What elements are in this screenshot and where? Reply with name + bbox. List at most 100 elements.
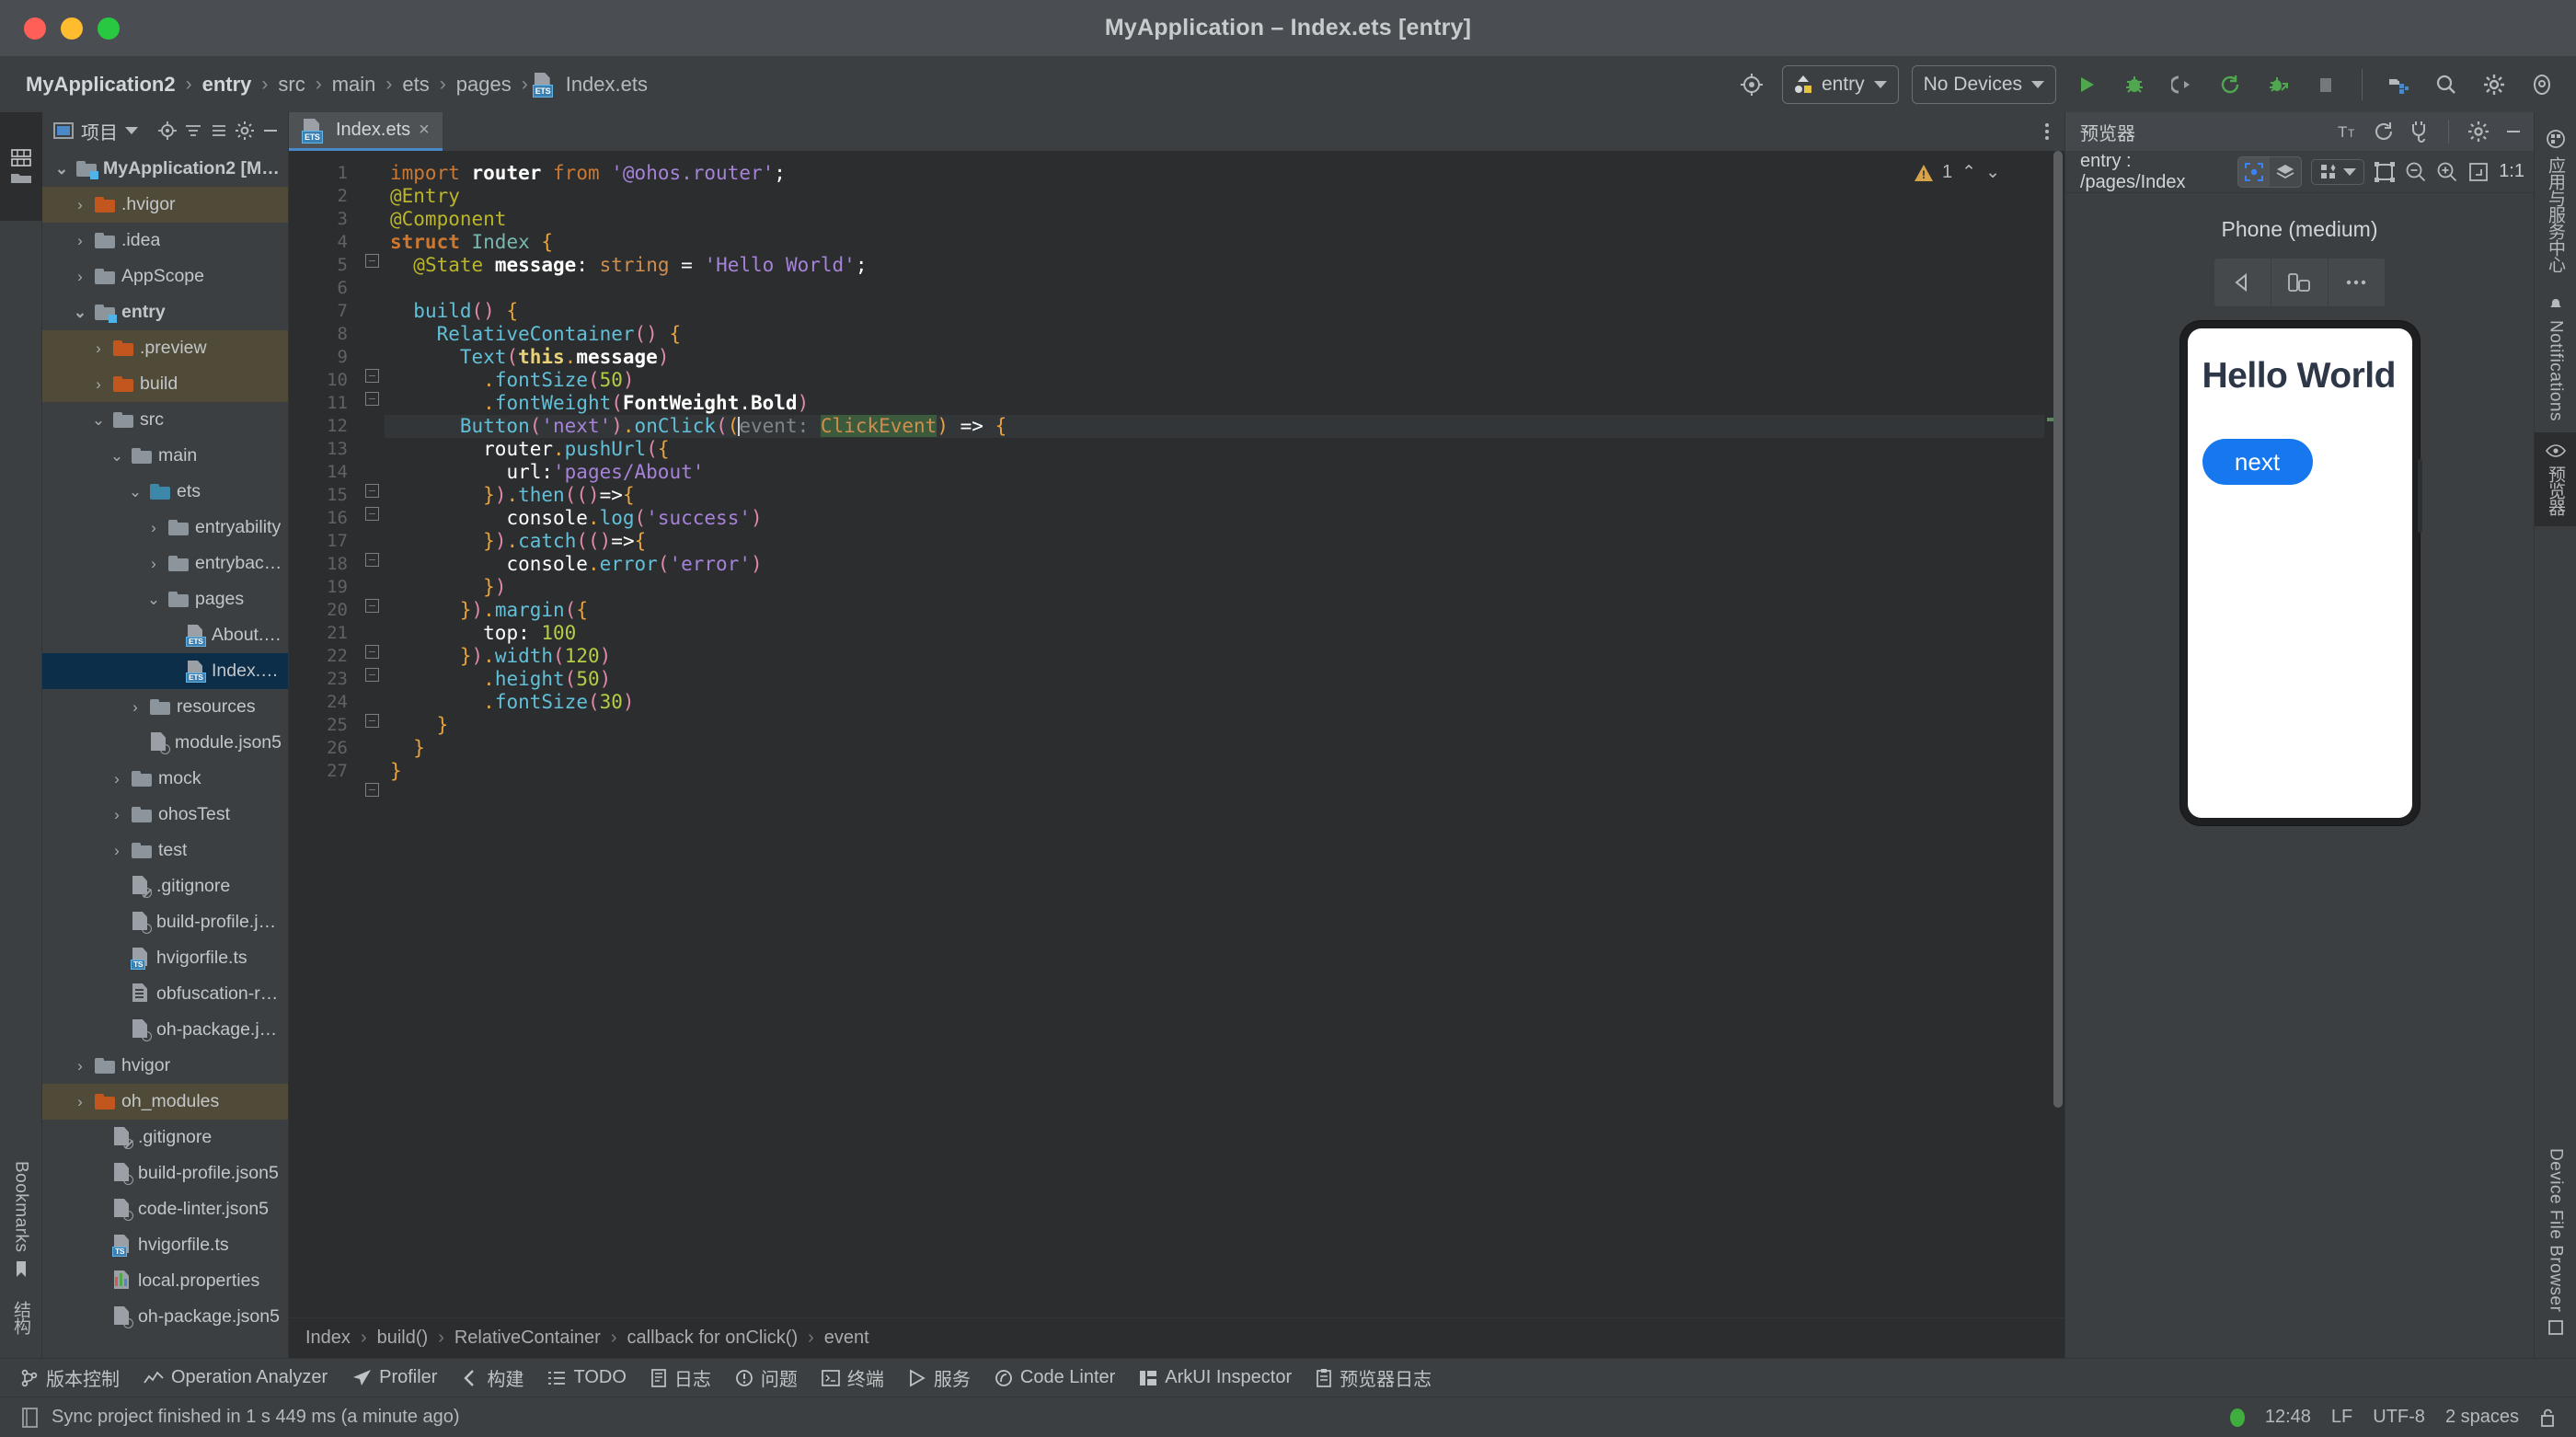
- sidebar-item-device-file-browser[interactable]: Device File Browser: [2546, 1137, 2566, 1358]
- code-line[interactable]: }: [385, 714, 2044, 737]
- tree-row[interactable]: ETS About.ets: [42, 617, 288, 653]
- tree-row[interactable]: ⌄ main: [42, 438, 288, 474]
- profile-picker-button[interactable]: [2311, 158, 2365, 185]
- tree-row[interactable]: TS hvigorfile.ts: [42, 940, 288, 976]
- code-line[interactable]: @Component: [385, 208, 2044, 231]
- rerun-button[interactable]: [2213, 67, 2248, 102]
- device-selector[interactable]: No Devices: [1911, 65, 2056, 104]
- tool-window-button-版本控制[interactable]: 版本控制: [20, 1364, 120, 1391]
- tree-row[interactable]: › AppScope: [42, 259, 288, 294]
- chevron-down-icon[interactable]: ⌄: [109, 447, 125, 466]
- sync-status-icon[interactable]: [20, 1407, 40, 1429]
- chevron-right-icon[interactable]: ›: [72, 196, 88, 214]
- code-content[interactable]: import router from '@ohos.router'; @Entry…: [385, 151, 2044, 1317]
- tree-row[interactable]: › build: [42, 366, 288, 402]
- tree-row[interactable]: ⌄ ets: [42, 474, 288, 510]
- fold-marker[interactable]: –: [365, 553, 379, 567]
- code-line[interactable]: }).then(()=>{: [385, 484, 2044, 507]
- tree-row[interactable]: .gitignore: [42, 868, 288, 904]
- breadcrumb-item-main[interactable]: main: [327, 71, 382, 98]
- chevron-right-icon[interactable]: ›: [109, 770, 125, 788]
- breadcrumb-item-entry[interactable]: entry: [197, 71, 258, 98]
- tree-row[interactable]: build-profile.json5: [42, 1155, 288, 1191]
- tool-window-button-profiler[interactable]: Profiler: [351, 1367, 437, 1388]
- tree-row[interactable]: ETS Index.ets: [42, 653, 288, 689]
- code-line[interactable]: url:'pages/About': [385, 461, 2044, 484]
- fold-marker[interactable]: –: [365, 714, 379, 728]
- tree-row[interactable]: oh-package.json5: [42, 1012, 288, 1048]
- minimize-icon[interactable]: [2502, 121, 2524, 143]
- breadcrumb-item-callback[interactable]: callback for onClick(): [627, 1328, 799, 1349]
- breadcrumb-item-project[interactable]: MyApplication2: [20, 71, 181, 98]
- chevron-right-icon[interactable]: ›: [145, 555, 162, 573]
- sidebar-item-preview[interactable]: 预览器: [2534, 432, 2576, 526]
- more-button[interactable]: [2328, 259, 2386, 306]
- tree-row[interactable]: module.json5: [42, 725, 288, 761]
- tree-row[interactable]: ⌄ pages: [42, 581, 288, 617]
- code-editor[interactable]: 1 2 3 4 5 6 7 8 9 10 11 12 13 14 15 16 17 18 19 20 21 22 23 24 2…: [289, 151, 2064, 1317]
- code-line[interactable]: }).width(120): [385, 645, 2044, 668]
- chevron-right-icon[interactable]: ›: [90, 375, 107, 394]
- code-line[interactable]: struct Index {: [385, 231, 2044, 254]
- fold-marker[interactable]: –: [365, 783, 379, 797]
- tab-index-ets[interactable]: ETS Index.ets ×: [289, 112, 443, 151]
- chevron-right-icon[interactable]: ›: [145, 519, 162, 537]
- refresh-icon[interactable]: [2373, 121, 2395, 143]
- code-line[interactable]: console.error('error'): [385, 553, 2044, 576]
- zoom-level[interactable]: 1:1: [2499, 161, 2524, 182]
- tree-row[interactable]: oh-package.json5: [42, 1299, 288, 1335]
- tree-row[interactable]: ⌄ MyApplication2 [MyApplication]: [42, 151, 288, 187]
- tool-window-button-问题[interactable]: 问题: [735, 1364, 798, 1391]
- chevron-right-icon[interactable]: ›: [109, 806, 125, 824]
- inspector-mode-button[interactable]: [2238, 156, 2271, 187]
- expand-icon[interactable]: [209, 121, 229, 141]
- chevron-down-icon[interactable]: ⌄: [53, 160, 70, 178]
- chevron-down-icon[interactable]: ⌄: [127, 483, 144, 501]
- code-line[interactable]: .fontSize(50): [385, 369, 2044, 392]
- fold-marker[interactable]: –: [365, 369, 379, 383]
- chevron-right-icon[interactable]: ›: [72, 1057, 88, 1075]
- zoom-out-icon[interactable]: [2405, 161, 2427, 183]
- device-manager-icon[interactable]: [2381, 67, 2416, 102]
- tree-row[interactable]: › entrybackupability: [42, 546, 288, 581]
- breadcrumb-item-relativecontainer[interactable]: RelativeContainer: [454, 1328, 601, 1349]
- code-line[interactable]: }): [385, 576, 2044, 599]
- tree-row[interactable]: local.properties: [42, 1263, 288, 1299]
- code-line[interactable]: .height(50): [385, 668, 2044, 691]
- tool-window-button-日志[interactable]: 日志: [650, 1364, 711, 1391]
- code-line[interactable]: .fontSize(30): [385, 691, 2044, 714]
- tool-window-button-operation-analyzer[interactable]: Operation Analyzer: [144, 1367, 328, 1388]
- profile-bug-icon[interactable]: [2260, 67, 2295, 102]
- gear-icon[interactable]: [2467, 121, 2490, 143]
- layers-mode-button[interactable]: [2270, 157, 2301, 187]
- next-problem-icon[interactable]: ⌄: [1985, 162, 2000, 183]
- locate-icon[interactable]: [157, 121, 178, 141]
- code-line[interactable]: console.log('success'): [385, 507, 2044, 530]
- account-icon[interactable]: [2524, 67, 2559, 102]
- chevron-down-icon[interactable]: [125, 127, 138, 134]
- tree-row[interactable]: › entryability: [42, 510, 288, 546]
- tree-row[interactable]: build-profile.json5: [42, 904, 288, 940]
- chevron-right-icon[interactable]: ›: [109, 842, 125, 860]
- tree-row[interactable]: TS hvigorfile.ts: [42, 1227, 288, 1263]
- code-line[interactable]: @State message: string = 'Hello World';: [385, 254, 2044, 277]
- sidebar-item-structure[interactable]: 结构: [8, 1290, 33, 1358]
- tree-row[interactable]: obfuscation-rules.txt: [42, 976, 288, 1012]
- breadcrumb-item-pages[interactable]: pages: [451, 71, 517, 98]
- module-selector[interactable]: entry: [1781, 65, 1899, 104]
- code-line[interactable]: top: 100: [385, 622, 2044, 645]
- close-icon[interactable]: ×: [419, 120, 430, 141]
- tree-row[interactable]: › oh_modules: [42, 1084, 288, 1120]
- tree-row[interactable]: › test: [42, 833, 288, 868]
- search-icon[interactable]: [2429, 67, 2464, 102]
- zoom-in-icon[interactable]: [2436, 161, 2458, 183]
- sidebar-item-bookmarks[interactable]: Bookmarks: [11, 1150, 31, 1290]
- code-line[interactable]: RelativeContainer() {: [385, 323, 2044, 346]
- tool-window-button-服务[interactable]: 服务: [908, 1364, 971, 1391]
- code-folding-gutter[interactable]: – – – – – – – – – – –: [361, 151, 385, 1317]
- code-line[interactable]: import router from '@ohos.router';: [385, 162, 2044, 185]
- breadcrumb-item-file[interactable]: Index.ets: [560, 71, 653, 98]
- tree-row[interactable]: code-linter.json5: [42, 1191, 288, 1227]
- tree-row[interactable]: .gitignore: [42, 1120, 288, 1155]
- plug-icon[interactable]: [2408, 121, 2430, 143]
